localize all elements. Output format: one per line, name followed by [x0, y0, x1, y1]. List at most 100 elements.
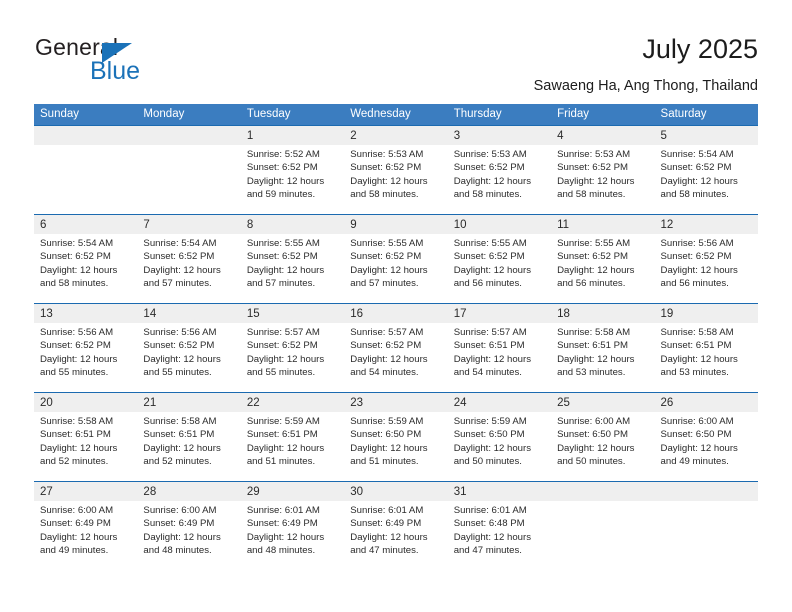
day-number: 28: [143, 486, 157, 498]
day-cell[interactable]: 25 Sunrise: 6:00 AM Sunset: 6:50 PM Dayl…: [551, 393, 655, 481]
day-cell[interactable]: 28 Sunrise: 6:00 AM Sunset: 6:49 PM Dayl…: [137, 482, 241, 570]
daylight-text-line1: Daylight: 12 hours: [557, 175, 635, 187]
daylight-text-line1: Daylight: 12 hours: [350, 264, 428, 276]
weekday-wednesday: Wednesday: [350, 108, 411, 120]
day-cell[interactable]: 31 Sunrise: 6:01 AM Sunset: 6:48 PM Dayl…: [447, 482, 552, 570]
day-cell[interactable]: 4 Sunrise: 5:53 AM Sunset: 6:52 PM Dayli…: [551, 126, 655, 214]
day-cell[interactable]: 14 Sunrise: 5:56 AM Sunset: 6:52 PM Dayl…: [137, 304, 241, 392]
day-number: 27: [40, 486, 53, 498]
daylight-text-line2: and 48 minutes.: [246, 544, 316, 556]
day-cell[interactable]: [654, 482, 758, 570]
sunrise-text: Sunrise: 5:53 AM: [350, 149, 424, 160]
sunrise-text: Sunrise: 5:55 AM: [453, 238, 527, 249]
daylight-text-line2: and 54 minutes.: [453, 366, 522, 378]
sunset-text: Sunset: 6:52 PM: [350, 340, 422, 352]
day-number-band: 21: [137, 393, 241, 412]
sunrise-text: Sunrise: 5:55 AM: [557, 238, 631, 249]
day-number-band: [654, 482, 758, 501]
day-number: 29: [246, 486, 260, 498]
day-cell[interactable]: 3 Sunrise: 5:53 AM Sunset: 6:52 PM Dayli…: [447, 126, 552, 214]
daylight-text-line2: and 58 minutes.: [660, 188, 729, 200]
day-details: Sunrise: 5:56 AM Sunset: 6:52 PM Dayligh…: [34, 323, 137, 379]
day-cell[interactable]: 1 Sunrise: 5:52 AM Sunset: 6:52 PM Dayli…: [240, 126, 345, 214]
weekday-header-row: Sunday Monday Tuesday Wednesday Thursday…: [34, 104, 758, 125]
day-number-band: 30: [344, 482, 448, 501]
day-cell[interactable]: 20 Sunrise: 5:58 AM Sunset: 6:51 PM Dayl…: [34, 393, 138, 481]
day-cell[interactable]: 16 Sunrise: 5:57 AM Sunset: 6:52 PM Dayl…: [344, 304, 448, 392]
sunset-text: Sunset: 6:52 PM: [246, 251, 318, 263]
day-cell[interactable]: 12 Sunrise: 5:56 AM Sunset: 6:52 PM Dayl…: [654, 215, 758, 303]
day-cell[interactable]: 21 Sunrise: 5:58 AM Sunset: 6:51 PM Dayl…: [137, 393, 241, 481]
day-number-band: 22: [240, 393, 345, 412]
day-cell[interactable]: 24 Sunrise: 5:59 AM Sunset: 6:50 PM Dayl…: [447, 393, 552, 481]
day-number: 17: [453, 308, 467, 320]
day-cell[interactable]: 23 Sunrise: 5:59 AM Sunset: 6:50 PM Dayl…: [344, 393, 448, 481]
day-number-band: 27: [34, 482, 138, 501]
daylight-text-line1: Daylight: 12 hours: [40, 353, 118, 365]
daylight-text-line2: and 55 minutes.: [40, 366, 109, 378]
daylight-text-line1: Daylight: 12 hours: [660, 175, 738, 187]
daylight-text-line1: Daylight: 12 hours: [557, 264, 635, 276]
sunrise-text: Sunrise: 5:57 AM: [453, 327, 527, 338]
daylight-text-line1: Daylight: 12 hours: [350, 442, 428, 454]
sunrise-text: Sunrise: 5:58 AM: [143, 416, 217, 427]
day-cell[interactable]: 2 Sunrise: 5:53 AM Sunset: 6:52 PM Dayli…: [344, 126, 448, 214]
daylight-text-line2: and 54 minutes.: [350, 366, 419, 378]
daylight-text-line2: and 52 minutes.: [40, 455, 109, 467]
sunrise-text: Sunrise: 6:01 AM: [246, 505, 320, 516]
day-cell[interactable]: 29 Sunrise: 6:01 AM Sunset: 6:49 PM Dayl…: [240, 482, 345, 570]
daylight-text-line2: and 50 minutes.: [557, 455, 626, 467]
day-number: 25: [557, 397, 570, 409]
day-details: Sunrise: 5:55 AM Sunset: 6:52 PM Dayligh…: [448, 234, 551, 290]
day-number-band: 12: [654, 215, 758, 234]
sunrise-text: Sunrise: 5:56 AM: [40, 327, 114, 338]
day-cell[interactable]: 27 Sunrise: 6:00 AM Sunset: 6:49 PM Dayl…: [34, 482, 138, 570]
day-number-band: 28: [137, 482, 241, 501]
daylight-text-line1: Daylight: 12 hours: [660, 442, 738, 454]
day-number-band: 25: [551, 393, 655, 412]
day-cell[interactable]: 11 Sunrise: 5:55 AM Sunset: 6:52 PM Dayl…: [551, 215, 655, 303]
daylight-text-line2: and 58 minutes.: [350, 188, 419, 200]
day-cell[interactable]: 26 Sunrise: 6:00 AM Sunset: 6:50 PM Dayl…: [654, 393, 758, 481]
daylight-text-line2: and 59 minutes.: [246, 188, 316, 200]
day-cell[interactable]: 6 Sunrise: 5:54 AM Sunset: 6:52 PM Dayli…: [34, 215, 138, 303]
weekday-tuesday: Tuesday: [246, 108, 291, 120]
day-cell[interactable]: 13 Sunrise: 5:56 AM Sunset: 6:52 PM Dayl…: [34, 304, 138, 392]
day-cell[interactable]: 5 Sunrise: 5:54 AM Sunset: 6:52 PM Dayli…: [654, 126, 758, 214]
day-cell[interactable]: 30 Sunrise: 6:01 AM Sunset: 6:49 PM Dayl…: [344, 482, 448, 570]
sunset-text: Sunset: 6:49 PM: [143, 518, 215, 530]
day-cell[interactable]: 18 Sunrise: 5:58 AM Sunset: 6:51 PM Dayl…: [551, 304, 655, 392]
sunset-text: Sunset: 6:52 PM: [40, 251, 111, 263]
day-number-band: 8: [240, 215, 345, 234]
sunrise-text: Sunrise: 5:59 AM: [453, 416, 527, 427]
day-cell[interactable]: 10 Sunrise: 5:55 AM Sunset: 6:52 PM Dayl…: [447, 215, 552, 303]
day-number-band: 19: [654, 304, 758, 323]
day-cell[interactable]: [551, 482, 655, 570]
day-number: 18: [557, 308, 570, 320]
general-blue-logo[interactable]: General Blue: [35, 34, 265, 90]
weekday-sunday: Sunday: [40, 108, 80, 120]
day-cell[interactable]: 19 Sunrise: 5:58 AM Sunset: 6:51 PM Dayl…: [654, 304, 758, 392]
day-cell[interactable]: 8 Sunrise: 5:55 AM Sunset: 6:52 PM Dayli…: [240, 215, 345, 303]
day-details: Sunrise: 5:55 AM Sunset: 6:52 PM Dayligh…: [241, 234, 344, 290]
daylight-text-line2: and 56 minutes.: [660, 277, 729, 289]
day-number: 7: [143, 219, 150, 231]
day-cell[interactable]: 22 Sunrise: 5:59 AM Sunset: 6:51 PM Dayl…: [240, 393, 345, 481]
daylight-text-line2: and 58 minutes.: [557, 188, 626, 200]
day-cell[interactable]: [137, 126, 241, 214]
sunrise-text: Sunrise: 5:52 AM: [246, 149, 320, 160]
day-number-band: 15: [240, 304, 345, 323]
sunset-text: Sunset: 6:52 PM: [246, 340, 318, 352]
day-details: Sunrise: 5:55 AM Sunset: 6:52 PM Dayligh…: [551, 234, 654, 290]
sunset-text: Sunset: 6:52 PM: [660, 162, 732, 174]
day-details: Sunrise: 5:56 AM Sunset: 6:52 PM Dayligh…: [137, 323, 240, 379]
day-cell[interactable]: 15 Sunrise: 5:57 AM Sunset: 6:52 PM Dayl…: [240, 304, 345, 392]
weekday-monday: Monday: [143, 108, 185, 120]
day-cell[interactable]: 17 Sunrise: 5:57 AM Sunset: 6:51 PM Dayl…: [447, 304, 552, 392]
day-cell[interactable]: [34, 126, 138, 214]
day-cell[interactable]: 7 Sunrise: 5:54 AM Sunset: 6:52 PM Dayli…: [137, 215, 241, 303]
week-row: 27 Sunrise: 6:00 AM Sunset: 6:49 PM Dayl…: [34, 481, 758, 570]
day-number-band: [137, 126, 241, 145]
day-cell[interactable]: 9 Sunrise: 5:55 AM Sunset: 6:52 PM Dayli…: [344, 215, 448, 303]
sunset-text: Sunset: 6:49 PM: [246, 518, 318, 530]
